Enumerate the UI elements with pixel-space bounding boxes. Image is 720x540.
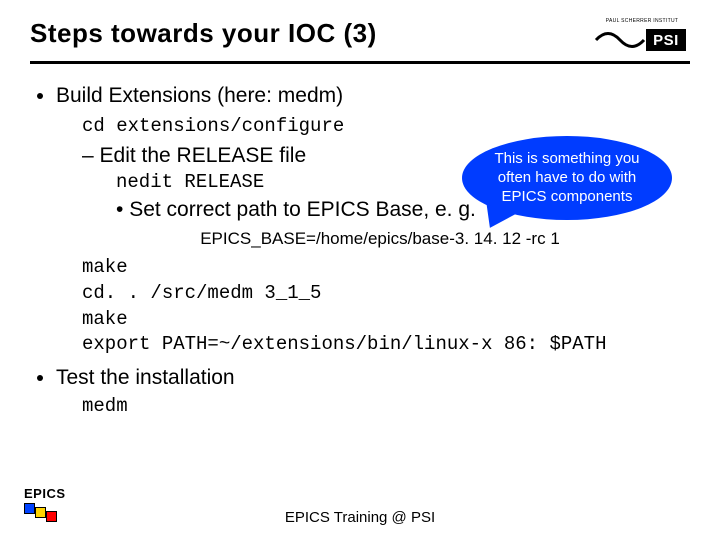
example-line: EPICS_BASE=/home/epics/base-3. 14. 12 -r… (70, 228, 690, 251)
psi-logo-caption: PAUL SCHERRER INSTITUT (606, 18, 678, 24)
code-line: medm (82, 394, 690, 420)
psi-logo-text: PSI (653, 32, 679, 49)
callout-bubble: This is something you often have to do w… (462, 136, 672, 220)
bullet-list: Test the installation (36, 364, 690, 392)
psi-logo-graphic: PSI (594, 25, 690, 55)
code-line: make (82, 307, 690, 333)
code-block: make cd. . /src/medm 3_1_5 make export P… (82, 255, 690, 358)
callout: This is something you often have to do w… (462, 136, 672, 220)
callout-line: often have to do with (476, 169, 658, 188)
bullet-test-install: Test the installation (56, 364, 690, 392)
epics-squares (24, 503, 66, 522)
code-line: cd. . /src/medm 3_1_5 (82, 281, 690, 307)
code-line: export PATH=~/extensions/bin/linux-x 86:… (82, 332, 690, 358)
square-yellow (35, 507, 46, 518)
square-blue (24, 503, 35, 514)
epics-badge: EPICS (24, 486, 66, 522)
callout-line: This is something you (476, 150, 658, 169)
bullet-list: Build Extensions (here: medm) (36, 82, 690, 110)
content-area: This is something you often have to do w… (30, 64, 690, 420)
code-line: make (82, 255, 690, 281)
square-red (46, 511, 57, 522)
callout-line: EPICS components (476, 188, 658, 207)
psi-logo: PAUL SCHERRER INSTITUT PSI (594, 18, 690, 55)
bullet-build-extensions: Build Extensions (here: medm) (56, 82, 690, 110)
footer: EPICS EPICS Training @ PSI (0, 509, 720, 526)
epics-label: EPICS (24, 486, 66, 501)
header: Steps towards your IOC (3) PAUL SCHERRER… (30, 18, 690, 64)
slide-title: Steps towards your IOC (3) (30, 18, 377, 49)
slide: Steps towards your IOC (3) PAUL SCHERRER… (0, 0, 720, 540)
footer-text: EPICS Training @ PSI (0, 509, 720, 526)
